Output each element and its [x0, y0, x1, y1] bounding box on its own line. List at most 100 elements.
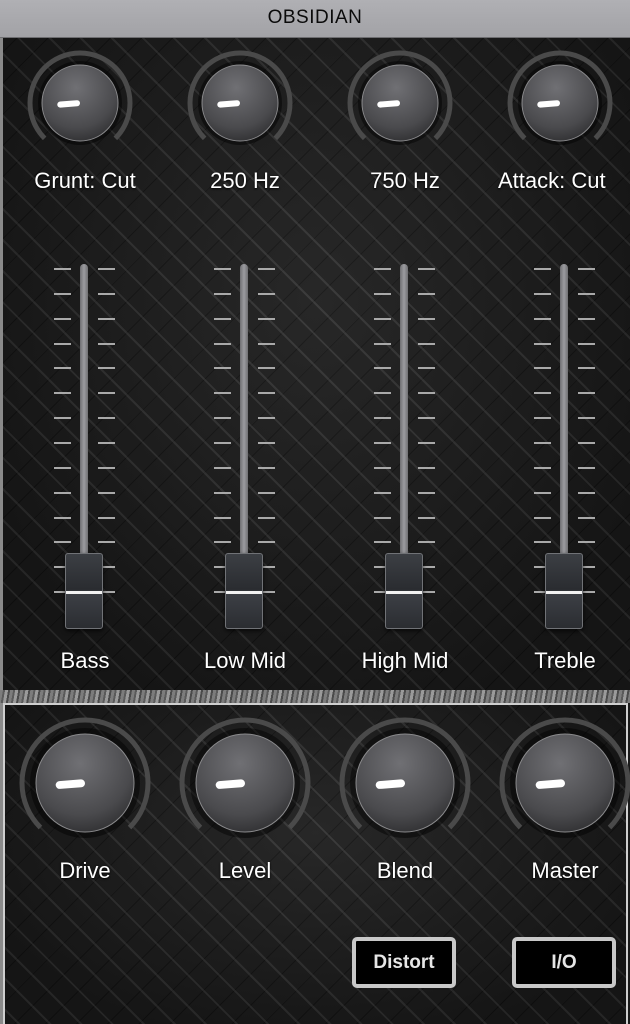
slider-track[interactable] [80, 264, 88, 564]
slider-tick [98, 541, 115, 543]
slider-tick [418, 417, 435, 419]
knob-graphic [179, 717, 311, 838]
app-title: OBSIDIAN [267, 7, 363, 28]
slider-tick [214, 492, 231, 494]
knob-indicator [215, 779, 246, 789]
slider-tick [54, 517, 71, 519]
knob-graphic [339, 717, 471, 838]
slider-tick [418, 293, 435, 295]
slider-tick [418, 467, 435, 469]
slider-thumb-line [546, 591, 582, 595]
slider-tick [54, 417, 71, 419]
title-bar: OBSIDIAN [0, 0, 630, 38]
slider-label-treble: Treble [534, 648, 596, 673]
knob-indicator [375, 779, 406, 789]
knob-indicator [377, 100, 401, 108]
slider-label-high-mid: High Mid [361, 648, 449, 673]
slider-thumb[interactable] [225, 553, 263, 630]
slider-tick [54, 343, 71, 345]
slider-tick [578, 417, 595, 419]
knob-label-grunt: Grunt: Cut [34, 168, 136, 193]
knob-indicator [57, 100, 81, 108]
slider-tick [534, 517, 551, 519]
slider-tick [214, 541, 231, 543]
slider-tick [54, 318, 71, 320]
slider-track[interactable] [400, 264, 408, 564]
slider-tick [534, 442, 551, 444]
slider-tick [54, 442, 71, 444]
slider-tick [534, 492, 551, 494]
slider-tick [214, 392, 231, 394]
io-button[interactable]: I/O [512, 937, 616, 988]
slider-tick [54, 392, 71, 394]
slider-tick [258, 367, 275, 369]
slider-track[interactable] [240, 264, 248, 564]
slider-tick [418, 392, 435, 394]
slider-tick [374, 392, 391, 394]
slider-tick [534, 343, 551, 345]
knob-graphic [27, 50, 133, 145]
slider-tick [98, 392, 115, 394]
slider-tick [374, 417, 391, 419]
slider-tick [258, 343, 275, 345]
slider-tick [578, 343, 595, 345]
distort-button[interactable]: Distort [352, 937, 456, 988]
slider-tick [98, 367, 115, 369]
slider-tick [374, 367, 391, 369]
slider-tick [258, 517, 275, 519]
slider-thumb[interactable] [65, 553, 103, 630]
slider-tick [578, 293, 595, 295]
knob-label-drive: Drive [59, 858, 111, 883]
slider-tick [258, 268, 275, 270]
knob-graphic [19, 717, 151, 838]
slider-tick [418, 318, 435, 320]
slider-tick [98, 318, 115, 320]
slider-tick [534, 367, 551, 369]
slider-tick [258, 442, 275, 444]
slider-tick [258, 492, 275, 494]
slider-tick [214, 442, 231, 444]
slider-tick [578, 492, 595, 494]
slider-tick [578, 442, 595, 444]
slider-tick [418, 492, 435, 494]
slider-tick [374, 343, 391, 345]
slider-track[interactable] [560, 264, 568, 564]
slider-tick [578, 318, 595, 320]
knob-label-250hz: 250 Hz [210, 168, 280, 193]
slider-tick [98, 268, 115, 270]
slider-tick [258, 541, 275, 543]
slider-tick [214, 517, 231, 519]
slider-tick [98, 293, 115, 295]
slider-tick [374, 268, 391, 270]
slider-tick [418, 517, 435, 519]
slider-tick [258, 417, 275, 419]
slider-tick [534, 467, 551, 469]
slider-tick [214, 367, 231, 369]
slider-tick [374, 293, 391, 295]
slider-tick [98, 492, 115, 494]
slider-tick [258, 467, 275, 469]
slider-tick [418, 268, 435, 270]
panel-divider [0, 690, 630, 703]
knob-indicator [537, 100, 561, 108]
knob-label-level: Level [218, 858, 272, 883]
slider-tick [258, 318, 275, 320]
knob-indicator [535, 779, 566, 789]
slider-label-low-mid: Low Mid [204, 648, 286, 673]
slider-tick [534, 318, 551, 320]
slider-tick [214, 417, 231, 419]
slider-tick [98, 467, 115, 469]
slider-label-bass: Bass [60, 648, 110, 673]
slider-thumb[interactable] [385, 553, 423, 630]
slider-tick [578, 467, 595, 469]
slider-tick [258, 293, 275, 295]
slider-tick [54, 492, 71, 494]
slider-tick [418, 442, 435, 444]
slider-tick [578, 367, 595, 369]
slider-thumb[interactable] [545, 553, 583, 630]
slider-tick [578, 268, 595, 270]
slider-tick [578, 517, 595, 519]
slider-tick [214, 318, 231, 320]
slider-thumb-line [66, 591, 102, 595]
slider-tick [54, 293, 71, 295]
